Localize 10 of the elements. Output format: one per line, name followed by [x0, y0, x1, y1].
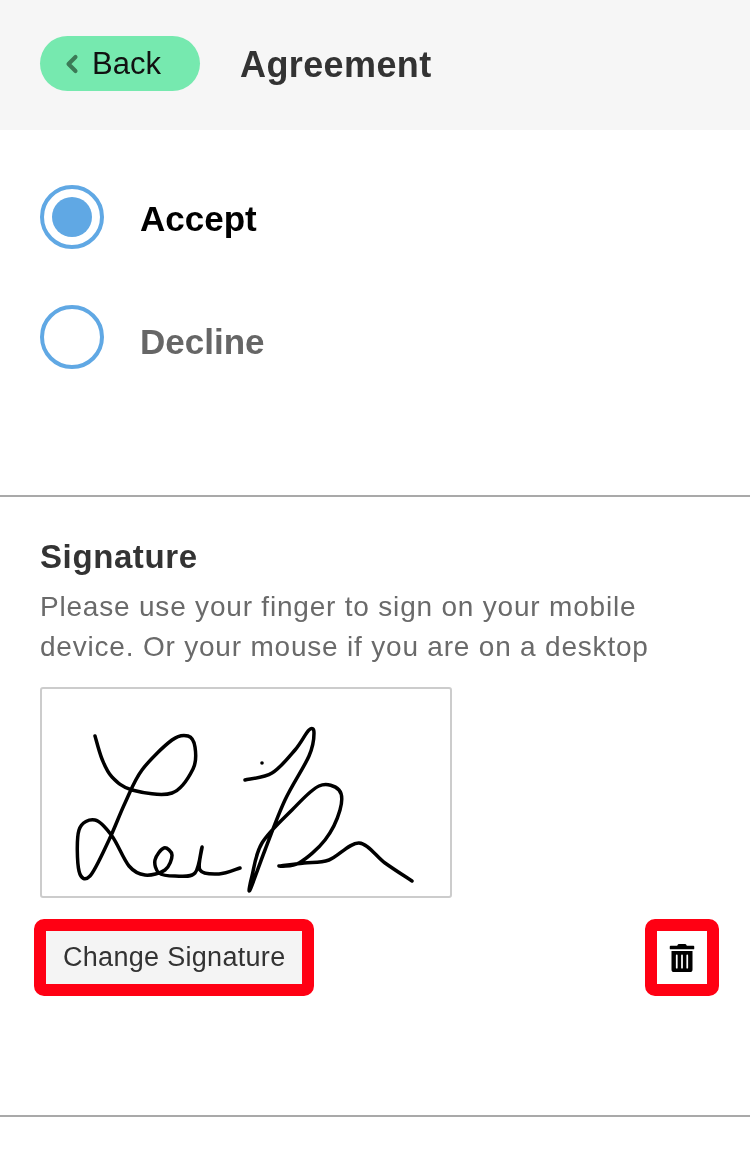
- page-title: Agreement: [240, 44, 432, 86]
- option-label: Accept: [140, 199, 257, 239]
- trash-icon: [668, 943, 696, 972]
- back-button[interactable]: Back: [40, 36, 200, 91]
- option-label: Decline: [140, 322, 265, 362]
- section-title: Signature: [40, 538, 199, 576]
- instructions-text: Please use your finger to sign on your mobile device. Or your mouse if you are on a desktop: [40, 590, 650, 664]
- change-signature-button[interactable]: Change Signature: [46, 931, 303, 984]
- radio-button[interactable]: [40, 305, 104, 369]
- radio-button[interactable]: [40, 185, 104, 249]
